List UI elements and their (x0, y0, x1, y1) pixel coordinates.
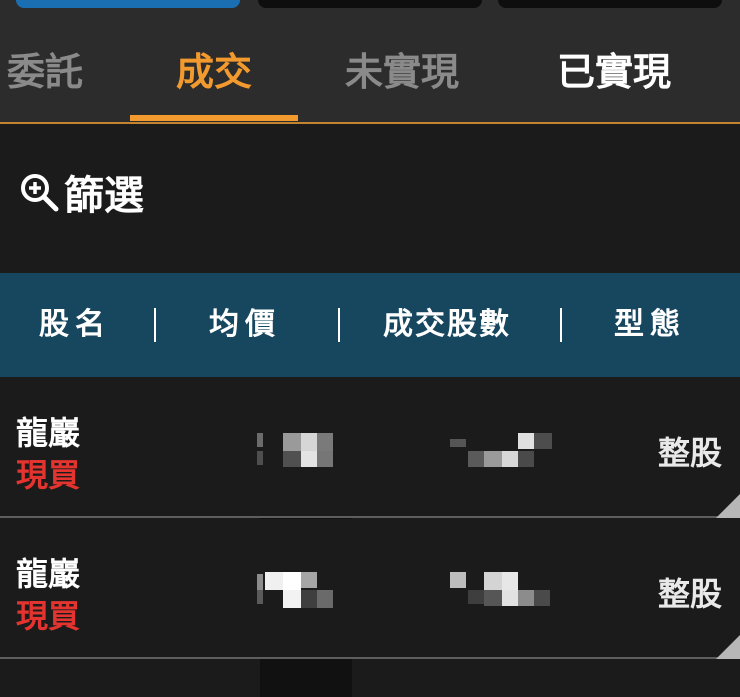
table-row[interactable]: 龍巖 現買 整股 (0, 378, 740, 518)
filter-button[interactable]: 篩選 (18, 163, 144, 221)
avg-price-redacted (255, 572, 335, 612)
stock-name: 龍巖 (16, 414, 81, 452)
row-corner-marker (716, 635, 740, 659)
header-separator (154, 308, 156, 342)
tab-realized[interactable]: 已實現 (530, 22, 698, 122)
header-filled-quantity: 成交股數 (383, 307, 511, 342)
header-type: 型態 (614, 307, 686, 342)
top-action-button-primary[interactable] (16, 0, 240, 8)
avg-price-redacted (255, 433, 335, 473)
row-divider (0, 657, 740, 659)
header-separator (560, 308, 562, 342)
trade-history-screen: 委託 成交 未實現 已實現 篩選 股名 均價 成交股數 型態 龍巖 現買 整股 … (0, 0, 740, 697)
table-header: 股名 均價 成交股數 型態 (0, 273, 740, 377)
tab-bar: 委託 成交 未實現 已實現 (0, 22, 740, 122)
tab-unrealized[interactable]: 未實現 (318, 22, 486, 122)
header-avg-price: 均價 (209, 307, 281, 342)
tab-bar-divider (0, 122, 740, 124)
top-action-button-secondary[interactable] (258, 0, 482, 8)
row-divider (0, 516, 740, 518)
order-type: 整股 (657, 575, 722, 613)
tab-filled[interactable]: 成交 (130, 22, 298, 122)
filter-label: 篩選 (64, 173, 144, 219)
stock-name: 龍巖 (16, 555, 81, 593)
quantity-redacted (450, 572, 560, 612)
top-action-strip (0, 0, 740, 22)
top-action-button-tertiary[interactable] (498, 0, 722, 8)
trade-side: 現買 (16, 456, 81, 494)
active-tab-indicator (130, 115, 298, 121)
header-separator (338, 308, 340, 342)
tab-orders[interactable]: 委託 (0, 22, 115, 122)
row-corner-marker (716, 494, 740, 518)
zoom-in-icon (18, 171, 60, 213)
table-row[interactable]: 龍巖 現買 整股 (0, 519, 740, 659)
header-stock-name: 股名 (39, 307, 111, 342)
trade-side: 現買 (16, 597, 81, 635)
order-type: 整股 (657, 434, 722, 472)
quantity-redacted (450, 433, 560, 473)
